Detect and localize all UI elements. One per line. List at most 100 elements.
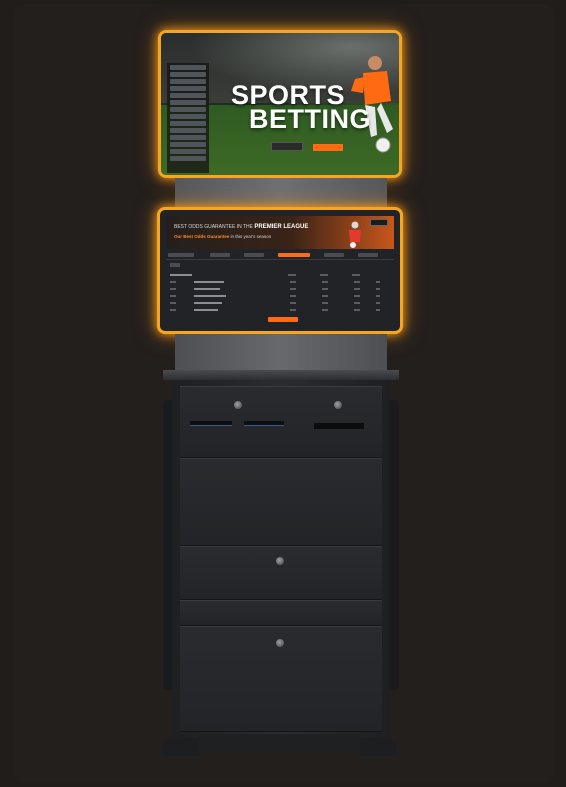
- row-cell: [170, 295, 176, 297]
- table-row[interactable]: [170, 302, 390, 306]
- row-cell: [376, 281, 380, 283]
- lower-neck: [175, 334, 387, 370]
- row-cell: [170, 288, 176, 290]
- row-cell: [194, 295, 226, 297]
- row-cell: [290, 295, 296, 297]
- payment-panel: [180, 386, 382, 458]
- promo-tag[interactable]: [370, 219, 388, 226]
- row-cell: [170, 309, 176, 311]
- header-cell: [352, 274, 360, 276]
- primary-button[interactable]: [313, 144, 344, 151]
- odds-row: [170, 72, 206, 77]
- row-cell: [290, 309, 296, 311]
- row-cell: [290, 288, 296, 290]
- odds-row: [170, 93, 206, 98]
- row-cell: [170, 302, 176, 304]
- foot-left: [163, 738, 199, 756]
- row-cell: [322, 302, 328, 304]
- row-cell: [376, 295, 380, 297]
- sport-tabs: [166, 253, 394, 260]
- odds-row: [170, 86, 206, 91]
- header-cell: [320, 274, 328, 276]
- odds-row: [170, 156, 206, 161]
- betting-kiosk: SPORTS BETTING BEST ODDS GUARANTEE IN TH…: [0, 0, 566, 787]
- card-slot[interactable]: [190, 421, 232, 426]
- row-cell: [194, 281, 224, 283]
- foot-right: [360, 738, 396, 756]
- odds-row: [170, 142, 206, 147]
- row-cell: [376, 309, 380, 311]
- row-cell: [354, 281, 360, 283]
- row-cell: [354, 288, 360, 290]
- row-cell: [322, 309, 328, 311]
- tab[interactable]: [324, 253, 344, 257]
- promo-highlight: Our Best Odds Guarantee: [174, 234, 230, 239]
- bottom-screen: BEST ODDS GUARANTEE IN THE PREMIER LEAGU…: [157, 207, 403, 334]
- bill-acceptor-slot[interactable]: [314, 423, 364, 429]
- ticket-slot[interactable]: [244, 421, 284, 426]
- table-row[interactable]: [170, 281, 390, 285]
- promo-prefix: BEST ODDS GUARANTEE IN THE: [174, 224, 253, 230]
- odds-row: [170, 121, 206, 126]
- table-row[interactable]: [170, 288, 390, 292]
- lock-icon[interactable]: [276, 639, 284, 647]
- top-screen: SPORTS BETTING: [158, 30, 402, 178]
- filter-chip[interactable]: [170, 263, 180, 267]
- row-cell: [194, 309, 218, 311]
- player-thumbnail-image: [349, 221, 361, 248]
- header-cell: [170, 274, 192, 276]
- promo-suffix: in this year's season: [230, 234, 272, 239]
- cabinet-door-lower: [180, 626, 382, 732]
- odds-row: [170, 114, 206, 119]
- row-cell: [290, 281, 296, 283]
- promo-banner: BEST ODDS GUARANTEE IN THE PREMIER LEAGU…: [166, 216, 394, 249]
- row-cell: [354, 302, 360, 304]
- headline-line2: BETTING: [249, 104, 371, 134]
- place-bet-button[interactable]: [268, 317, 298, 322]
- lock-icon[interactable]: [276, 557, 284, 565]
- tab-active[interactable]: [278, 253, 310, 257]
- cabinet-divider: [180, 600, 382, 626]
- promo-league: PREMIER LEAGUE: [254, 224, 309, 230]
- cabinet-door-upper: [180, 458, 382, 546]
- odds-row: [170, 100, 206, 105]
- row-cell: [376, 302, 380, 304]
- row-cell: [322, 288, 328, 290]
- lock-icon: [234, 401, 242, 409]
- table-row[interactable]: [170, 309, 390, 313]
- lock-icon: [334, 401, 342, 409]
- tab[interactable]: [244, 253, 264, 257]
- table-row[interactable]: [170, 295, 390, 299]
- row-cell: [194, 302, 222, 304]
- header-cell: [288, 274, 296, 276]
- promo-line2: Our Best Odds Guarantee in this year's s…: [174, 234, 271, 239]
- odds-row: [170, 135, 206, 140]
- tab[interactable]: [358, 253, 378, 257]
- tab[interactable]: [168, 253, 194, 257]
- odds-row: [170, 107, 206, 112]
- odds-list: [167, 63, 209, 173]
- sports-betting-headline: SPORTS BETTING: [231, 82, 371, 134]
- odds-row: [170, 65, 206, 70]
- row-cell: [322, 295, 328, 297]
- secondary-button[interactable]: [271, 142, 303, 151]
- row-cell: [322, 281, 328, 283]
- row-cell: [354, 309, 360, 311]
- tab[interactable]: [210, 253, 230, 257]
- odds-row: [170, 79, 206, 84]
- row-cell: [354, 295, 360, 297]
- cabinet-drawer: [180, 546, 382, 600]
- promo-line1: BEST ODDS GUARANTEE IN THE PREMIER LEAGU…: [174, 224, 308, 230]
- screen-mount: [175, 178, 387, 208]
- cabinet-side-right: [389, 400, 399, 690]
- row-cell: [194, 288, 220, 290]
- row-cell: [376, 288, 380, 290]
- cta-row: [271, 138, 349, 156]
- row-cell: [290, 302, 296, 304]
- odds-row: [170, 128, 206, 133]
- cabinet-base: [198, 734, 360, 752]
- shelf: [163, 370, 399, 380]
- row-cell: [170, 281, 176, 283]
- table-header: [170, 274, 390, 277]
- odds-row: [170, 149, 206, 154]
